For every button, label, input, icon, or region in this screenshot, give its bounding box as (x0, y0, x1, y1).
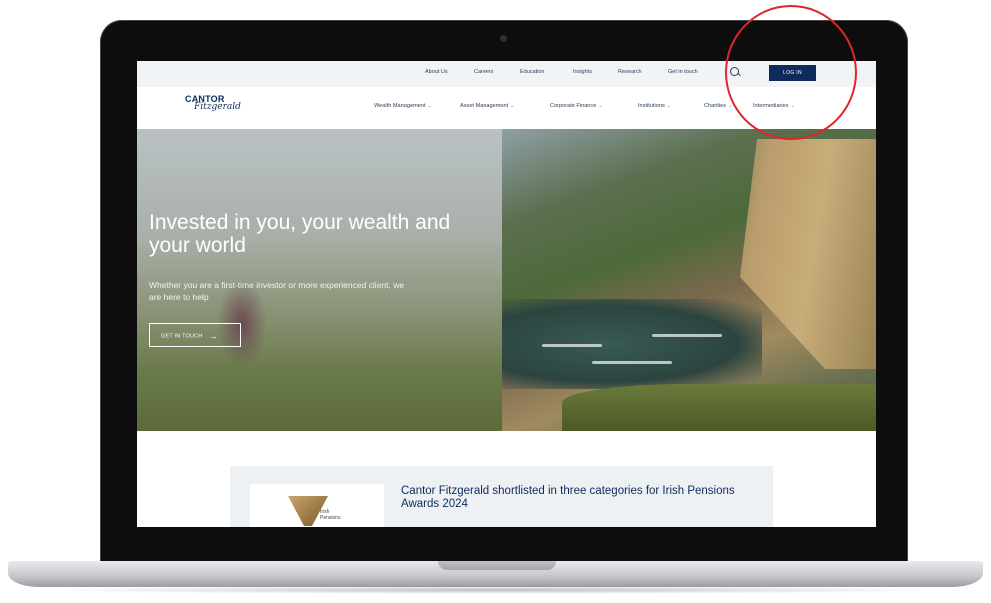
nav-label: Charities (704, 103, 727, 109)
wave-foam (542, 344, 602, 347)
chevron-down-icon: ⌄ (427, 103, 432, 109)
sea-water (502, 299, 762, 389)
get-in-touch-button[interactable]: GET IN TOUCH → (149, 323, 241, 347)
hero-banner: Invested in you, your wealth and your wo… (137, 129, 876, 431)
topnav-about-us[interactable]: About Us (425, 69, 448, 75)
topnav-education[interactable]: Education (520, 69, 544, 75)
award-text-line2: Pensions (320, 515, 341, 521)
laptop-notch (438, 561, 556, 570)
chevron-down-icon: ⌄ (598, 103, 603, 109)
nav-corporate-finance[interactable]: Corporate Finance ⌄ (550, 103, 603, 109)
wave-foam (652, 334, 722, 337)
highlight-circle (725, 5, 857, 140)
nav-label: Institutions (638, 103, 665, 109)
chevron-down-icon: ⌄ (510, 103, 515, 109)
hero-title: Invested in you, your wealth and your wo… (149, 211, 451, 257)
arrow-right-icon: → (208, 331, 218, 341)
hero-subtitle: Whether you are a first-time investor or… (149, 280, 405, 302)
foreground-heather (562, 384, 876, 431)
nav-label: Corporate Finance (550, 103, 597, 109)
news-card-title[interactable]: Cantor Fitzgerald shortlisted in three c… (401, 485, 751, 511)
hero-cliff-image (502, 129, 876, 431)
topnav-careers[interactable]: Careers (474, 69, 494, 75)
webcam-icon (500, 35, 507, 42)
nav-wealth-management[interactable]: Wealth Management ⌄ (374, 103, 432, 109)
nav-institutions[interactable]: Institutions ⌄ (638, 103, 671, 109)
nav-asset-management[interactable]: Asset Management ⌄ (460, 103, 514, 109)
nav-label: Asset Management (460, 103, 509, 109)
news-card[interactable]: Irish Pensions Cantor Fitzgerald shortlis… (230, 466, 773, 527)
award-image: Irish Pensions (250, 484, 384, 527)
topnav-insights[interactable]: Insights (573, 69, 592, 75)
nav-label: Wealth Management (374, 103, 426, 109)
chevron-down-icon: ⌄ (666, 103, 671, 109)
award-text: Irish Pensions (320, 509, 341, 521)
topnav-get-in-touch[interactable]: Get in touch (668, 69, 698, 75)
laptop-shadow (30, 586, 960, 594)
nav-charities[interactable]: Charities ⌄ (704, 103, 732, 109)
wave-foam (592, 361, 672, 364)
logo-fitzgerald: Fitzgerald (194, 102, 241, 112)
topnav-research[interactable]: Research (618, 69, 642, 75)
cta-label: GET IN TOUCH (161, 333, 203, 340)
laptop-frame: About Us Careers Education Insights Rese… (0, 0, 991, 603)
